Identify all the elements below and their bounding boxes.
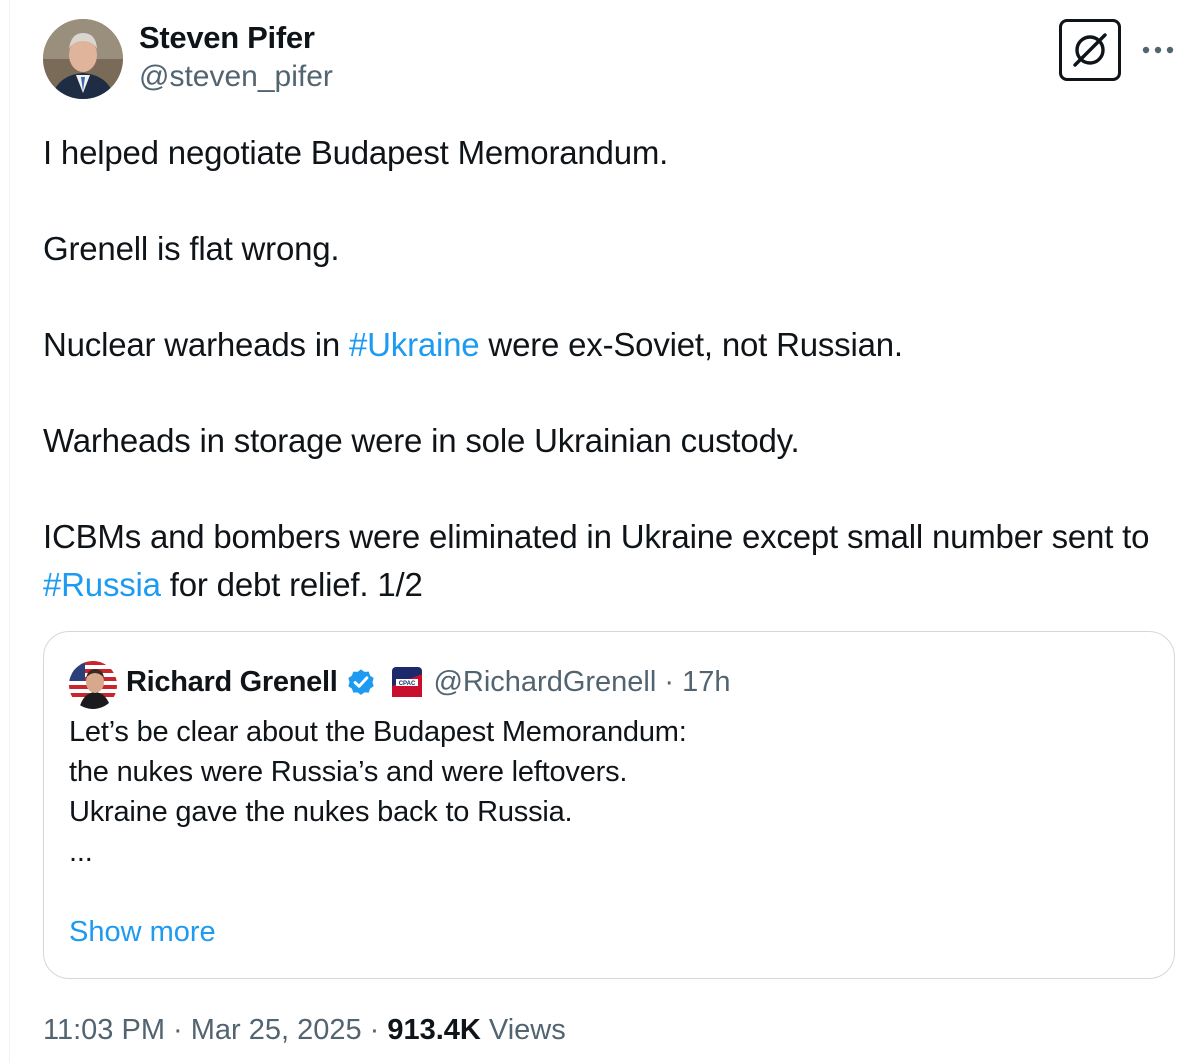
more-dots-icon <box>1142 46 1174 54</box>
quoted-tweet-header: Richard Grenell CPAC @RichardGrenell · 1… <box>126 662 730 702</box>
quoted-text-line: Let’s be clear about the Budapest Memora… <box>69 716 687 748</box>
views-count: 913.4K <box>387 1014 481 1046</box>
meta-separator: · <box>369 1014 380 1046</box>
tweet-text-segment: for debt relief. 1/2 <box>160 566 423 603</box>
tweet-paragraph: I helped negotiate Budapest Memorandum. <box>43 134 669 171</box>
tweet-paragraph: Warheads in storage were in sole Ukraini… <box>43 422 800 459</box>
quoted-author-display-name[interactable]: Richard Grenell <box>126 666 338 699</box>
author-handle[interactable]: @steven_pifer <box>139 60 333 94</box>
tweet-timestamp[interactable]: 11:03 PM · Mar 25, 2025 <box>43 1014 362 1046</box>
author-avatar[interactable] <box>43 19 123 99</box>
more-options-button[interactable] <box>1138 30 1178 70</box>
show-more-link[interactable]: Show more <box>69 912 216 952</box>
author-display-name[interactable]: Steven Pifer <box>139 20 315 56</box>
cpac-affiliation-icon: CPAC <box>392 667 423 697</box>
quoted-text-line: the nukes were Russia’s and were leftove… <box>69 756 628 788</box>
quoted-text-ellipsis: ... <box>69 836 93 868</box>
timeline-divider <box>9 0 10 1063</box>
grok-icon <box>1073 33 1107 67</box>
tweet-text-segment: were ex-Soviet, not Russian. <box>479 326 903 363</box>
hashtag-russia-link[interactable]: #Russia <box>43 566 161 603</box>
tweet-paragraph: Nuclear warheads in #Ukraine were ex-Sov… <box>43 321 1163 369</box>
tweet-meta: 11:03 PM · Mar 25, 2025 · 913.4K Views <box>43 1010 566 1050</box>
tweet-paragraph: ICBMs and bombers were eliminated in Ukr… <box>43 513 1163 609</box>
verified-badge-icon <box>348 669 375 695</box>
tweet-text-segment: Nuclear warheads in <box>43 326 349 363</box>
grok-button[interactable] <box>1059 19 1121 81</box>
quoted-tweet-card[interactable]: Richard Grenell CPAC @RichardGrenell · 1… <box>43 631 1175 979</box>
quoted-handle-and-time[interactable]: @RichardGrenell · 17h <box>433 666 730 699</box>
quoted-author-avatar[interactable] <box>69 661 117 709</box>
hashtag-ukraine-link[interactable]: #Ukraine <box>349 326 480 363</box>
tweet-text: I helped negotiate Budapest Memorandum. … <box>43 129 1163 609</box>
tweet-text-segment: ICBMs and bombers were eliminated in Ukr… <box>43 518 1150 555</box>
svg-text:CPAC: CPAC <box>399 681 416 687</box>
views-label: Views <box>488 1014 566 1046</box>
tweet-paragraph: Grenell is flat wrong. <box>43 230 340 267</box>
quoted-tweet-text: Let’s be clear about the Budapest Memora… <box>69 712 1129 872</box>
quoted-text-line: Ukraine gave the nukes back to Russia. <box>69 796 573 828</box>
